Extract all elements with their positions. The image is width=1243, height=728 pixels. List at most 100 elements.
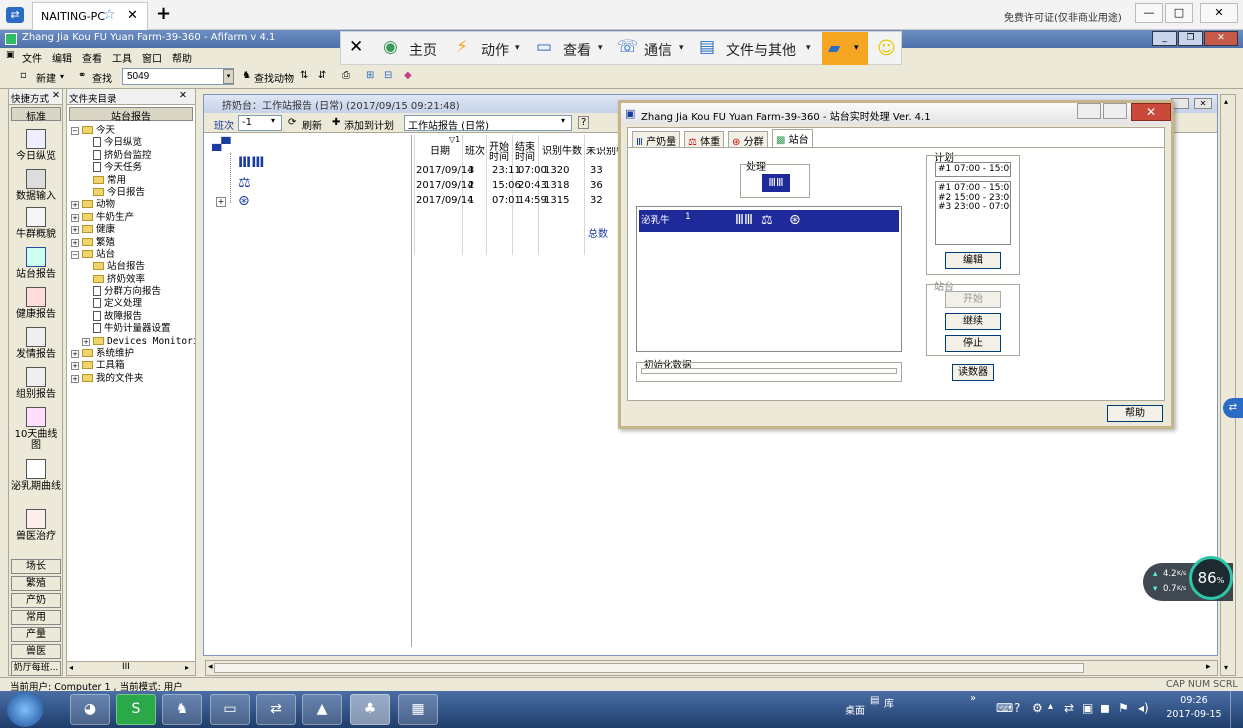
scroll-left-icon[interactable]: ◂ <box>69 663 73 672</box>
tree-view-icon[interactable]: ⊞ <box>366 70 374 81</box>
help-button[interactable]: 帮助 <box>1107 405 1163 422</box>
expand-icon[interactable]: + <box>71 201 79 210</box>
counter-button[interactable]: 读数器 <box>952 364 994 381</box>
stop-button[interactable]: 停止 <box>945 335 1001 352</box>
tree-item[interactable]: 站台报告 <box>71 261 195 273</box>
tab-weight[interactable]: ⚖ 体重 <box>684 131 725 148</box>
live-row[interactable]: 泌乳牛 1 ⅢⅢ ⚖ ⊛ <box>639 210 899 232</box>
tab-station[interactable]: ▩ 站台 <box>772 129 813 147</box>
menu-edit[interactable]: 编辑 <box>52 50 72 65</box>
report-type-select[interactable]: 工作站报告 (日常) ▾ <box>404 115 572 132</box>
sort-gate-icon[interactable]: ⊛ <box>238 193 250 209</box>
tree-item[interactable]: + 牛奶生产 <box>71 212 195 224</box>
app-s-icon[interactable]: S <box>116 694 156 725</box>
close-tab-icon[interactable]: ✕ <box>127 8 138 23</box>
quick-item-today-overview[interactable]: 今日纵览 <box>11 129 61 162</box>
quick-tab-standard[interactable]: 标准 <box>11 107 61 123</box>
continue-button[interactable]: 继续 <box>945 313 1001 330</box>
table-row[interactable]: 2017/09/14 1 07:01 14:59 1315 32 <box>414 195 624 209</box>
help-icon[interactable]: ? <box>578 116 590 129</box>
quick-btn-manager[interactable]: 场长 <box>11 559 61 574</box>
shift-select[interactable]: -1 ▾ <box>238 115 282 131</box>
app-restore-button[interactable]: ❐ <box>1178 31 1203 46</box>
image-viewer-icon[interactable]: ▲ <box>302 694 342 725</box>
tab-milk-yield[interactable]: Ⅲ 产奶量 <box>632 131 681 148</box>
wechat-icon[interactable]: ◕ <box>70 694 110 725</box>
tree-item[interactable]: + 繁殖 <box>71 237 195 249</box>
collapse-icon[interactable]: − <box>71 127 79 135</box>
tree-item[interactable]: 牛奶计量器设置 <box>71 323 195 335</box>
scroll-down-icon[interactable]: ▾ <box>1224 663 1228 672</box>
plan-item[interactable]: #3 23:00 - 07:00 <box>938 202 1010 213</box>
tree-item[interactable]: + 健康 <box>71 224 195 236</box>
close-icon[interactable]: ✕ <box>179 90 187 101</box>
tree-item[interactable]: 故障报告 <box>71 310 195 323</box>
tab-remote-session[interactable]: NAITING-PC ☆ ✕ <box>32 2 148 30</box>
expand-icon[interactable]: + <box>71 350 79 359</box>
help-tray-icon[interactable]: ? <box>1014 701 1020 715</box>
minimize-button[interactable]: — <box>1135 3 1163 23</box>
tree-item[interactable]: − 站台 <box>71 249 195 261</box>
table-row[interactable]: 2017/09/14 3 23:11 07:00 1320 33 <box>414 165 624 179</box>
scroll-right-icon[interactable]: ▸ <box>185 663 189 672</box>
quick-item-herd-overview[interactable]: 牛群概貌 <box>11 207 61 240</box>
close-window-button[interactable]: ✕ <box>1200 3 1238 23</box>
actions-button[interactable]: 动作 <box>481 40 509 60</box>
quick-btn-vet[interactable]: 兽医 <box>11 644 61 659</box>
menu-file[interactable]: 文件 <box>22 50 42 65</box>
tree-item[interactable]: + 我的文件夹 <box>71 373 195 385</box>
teamviewer-tray-icon[interactable]: ⇄ <box>1064 701 1074 715</box>
folder-hscroll[interactable]: ◂ III ▸ <box>67 661 195 675</box>
afifarm-icon[interactable]: ♣ <box>350 694 390 725</box>
network-tray-icon[interactable]: ▣ <box>1082 701 1093 715</box>
add-to-plan-button[interactable]: 添加到计划 <box>344 117 394 132</box>
quick-btn-breeding[interactable]: 繁殖 <box>11 576 61 591</box>
chat-button[interactable]: ▰ ▾ <box>822 32 868 65</box>
app-close-button[interactable]: ✕ <box>1204 31 1238 46</box>
menu-window[interactable]: 窗口 <box>142 50 162 65</box>
tree-item[interactable]: 分群方向报告 <box>71 286 195 298</box>
tree-item[interactable]: 今日报告 <box>71 187 195 199</box>
quick-btn-parlor-shift[interactable]: 奶厅每班... <box>11 661 61 676</box>
add-tab-icon[interactable]: + <box>156 3 171 24</box>
tree-collapse-icon[interactable]: ⊟ <box>384 70 392 81</box>
col-date[interactable]: 日期 <box>418 147 462 157</box>
menu-tools[interactable]: 工具 <box>112 50 132 65</box>
plan-list[interactable]: #1 07:00 - 15:00 #2 15:00 - 23:00 #3 23:00… <box>935 181 1011 245</box>
tree-item[interactable]: + 系统维护 <box>71 348 195 360</box>
start-button[interactable] <box>7 692 43 727</box>
quick-item-vet-treatment[interactable]: 兽医治疗 <box>11 509 61 542</box>
milk-meter-icon[interactable]: ⅢⅢ <box>238 155 264 171</box>
cpu-gauge[interactable]: 86% <box>1189 556 1233 600</box>
tree-item[interactable]: + 工具箱 <box>71 360 195 372</box>
expand-icon[interactable]: + <box>71 238 79 247</box>
menu-help[interactable]: 帮助 <box>172 50 192 65</box>
tree-item[interactable]: 今天任务 <box>71 162 195 174</box>
search-input[interactable] <box>122 68 234 85</box>
scale-icon[interactable]: ⚖ <box>238 175 251 191</box>
process-milk-meter-icon[interactable]: ⅢⅢ <box>762 174 790 192</box>
dialog-maximize-button[interactable] <box>1103 103 1127 119</box>
system-clock[interactable]: 09:26 2017-09-15 <box>1162 694 1226 722</box>
edit-plan-button[interactable]: 编辑 <box>945 252 1001 269</box>
dialog-close-button[interactable]: ✕ <box>1131 103 1171 121</box>
scroll-thumb[interactable]: III <box>122 662 130 672</box>
flag-tray-icon[interactable]: ⚑ <box>1118 701 1129 715</box>
expand-icon[interactable]: + <box>82 337 90 346</box>
cow-app-icon[interactable]: ♞ <box>162 694 202 725</box>
scroll-left-icon[interactable]: ◂ <box>208 662 213 672</box>
tree-item[interactable]: 定义处理 <box>71 298 195 310</box>
scroll-thumb[interactable] <box>214 663 1084 673</box>
dialog-minimize-button[interactable] <box>1077 103 1101 119</box>
new-button[interactable]: 新建 <box>36 70 56 85</box>
quick-btn-yield[interactable]: 产量 <box>11 627 61 642</box>
collapse-icon[interactable]: − <box>71 250 79 259</box>
view-button[interactable]: 查看 <box>563 40 591 60</box>
col-start-time[interactable]: 开始时间 <box>488 143 510 163</box>
search-button[interactable]: 查找 <box>92 70 112 85</box>
calendar-icon[interactable]: ▦ <box>398 694 438 725</box>
quick-item-data-input[interactable]: 数据输入 <box>11 169 61 202</box>
toolbar-expand-icon[interactable]: » <box>970 693 976 704</box>
expand-icon[interactable]: + <box>71 226 79 235</box>
settings-tray-icon[interactable]: ⚙ <box>1032 701 1043 715</box>
